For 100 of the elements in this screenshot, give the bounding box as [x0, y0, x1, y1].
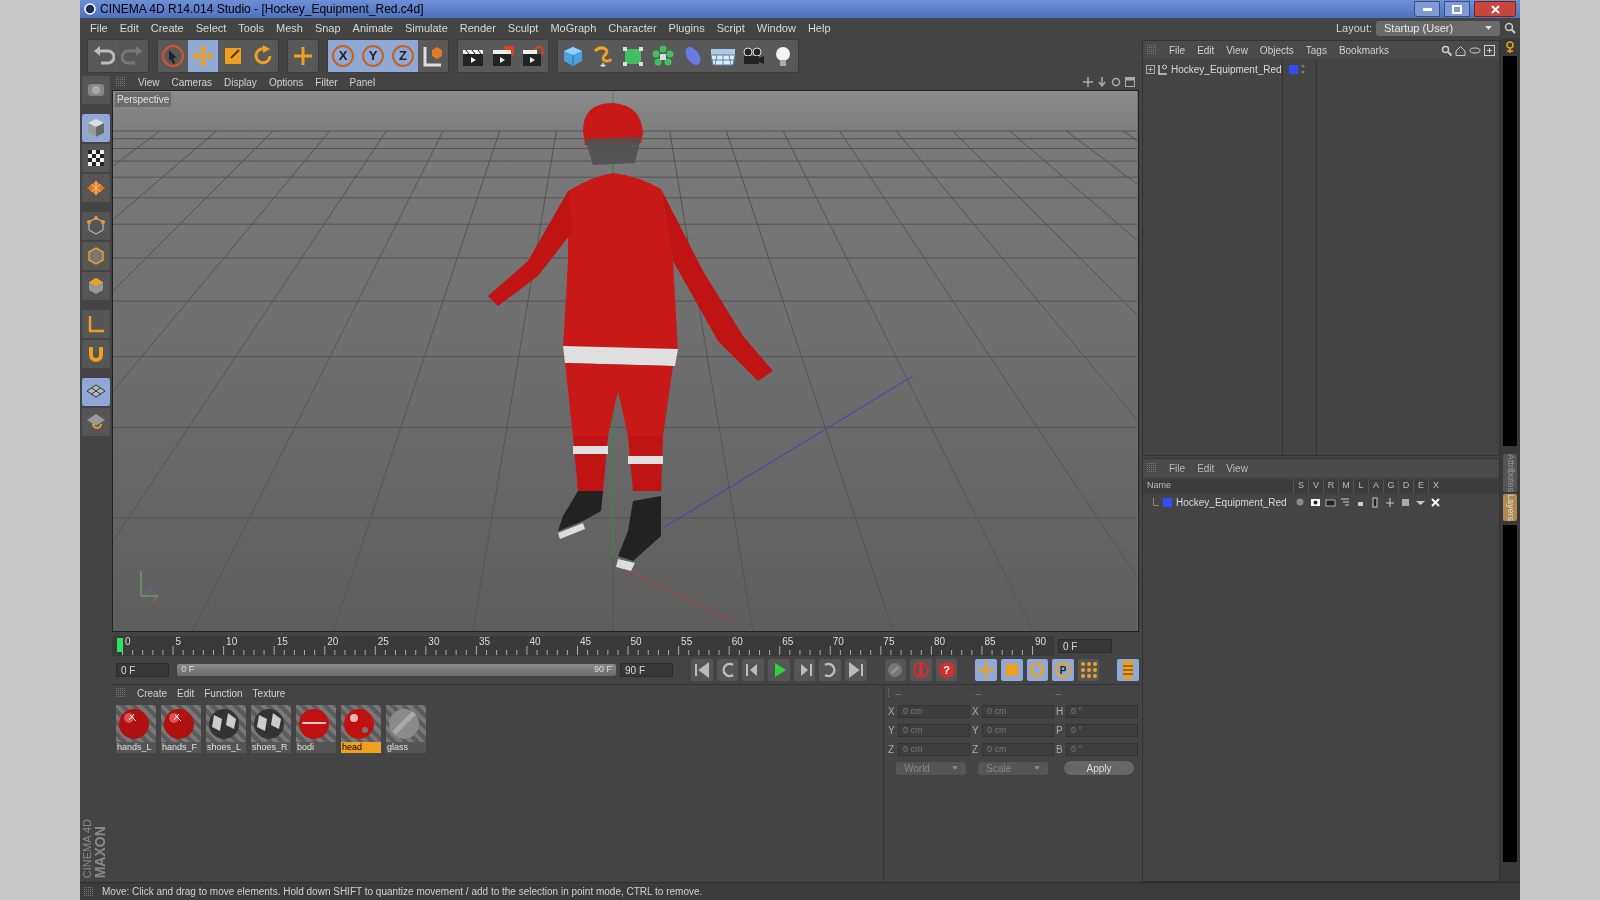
- expand-icon[interactable]: [1146, 64, 1155, 74]
- object-name[interactable]: Hockey_Equipment_Red: [1171, 61, 1282, 77]
- search-icon[interactable]: [1441, 44, 1452, 56]
- menu-item[interactable]: Character: [602, 19, 663, 37]
- menu-item[interactable]: Cameras: [165, 74, 219, 90]
- menu-item[interactable]: Create: [144, 19, 190, 37]
- tick-label: 70: [832, 637, 844, 647]
- layer-color-swatch[interactable]: [1163, 497, 1172, 507]
- menu-item[interactable]: Tags: [1299, 42, 1333, 58]
- menu-item[interactable]: Help: [801, 19, 837, 37]
- solo-dot-icon[interactable]: [1295, 496, 1306, 508]
- playback-button[interactable]: [1026, 659, 1049, 681]
- material-swatch[interactable]: shoes_L: [206, 705, 246, 753]
- menu-item[interactable]: View: [132, 74, 166, 90]
- grip-icon: [1147, 463, 1157, 473]
- menu-item[interactable]: Sculpt: [501, 19, 545, 37]
- expression-icon[interactable]: [1430, 496, 1441, 508]
- menu-item[interactable]: Mesh: [270, 19, 309, 37]
- playback-button[interactable]: [691, 659, 713, 681]
- hierarchy-icon[interactable]: [1340, 496, 1351, 508]
- playback-button[interactable]: [716, 659, 739, 681]
- frame-range-slider[interactable]: 0 F 90 F: [177, 664, 617, 676]
- playback-button[interactable]: P: [1052, 659, 1074, 681]
- visibility-dots-icon[interactable]: [1301, 64, 1305, 74]
- brand-logo: MAXON: [93, 824, 107, 878]
- material-swatch[interactable]: hands_L: [116, 705, 156, 753]
- window-icon[interactable]: [1125, 77, 1135, 87]
- current-frame-field[interactable]: 0 F: [1058, 639, 1112, 653]
- playback-button[interactable]: [742, 659, 765, 681]
- timeline-ruler[interactable]: 0 5 10 15 20 25 30 35 40 45 50 55 60 65 70 75 80 85 90: [112, 636, 1054, 656]
- playback-button[interactable]: [1000, 659, 1023, 681]
- material-swatch[interactable]: hands_F: [161, 705, 201, 753]
- rotate-view-icon[interactable]: [1111, 77, 1121, 87]
- menu-item[interactable]: MoGraph: [544, 19, 603, 37]
- new-window-icon[interactable]: [1484, 44, 1495, 56]
- close-button[interactable]: [1474, 1, 1516, 17]
- menu-item[interactable]: View: [1220, 460, 1254, 476]
- menu-item[interactable]: Tools: [232, 19, 270, 37]
- menu-item[interactable]: View: [1220, 42, 1254, 58]
- tool-button[interactable]: [82, 144, 110, 172]
- camera-icon: [741, 45, 765, 67]
- menu-item[interactable]: Create: [132, 685, 172, 701]
- menu-item[interactable]: Filter: [309, 74, 344, 90]
- playback-button[interactable]: ?: [935, 659, 958, 681]
- playback-button[interactable]: [1077, 659, 1100, 681]
- menu-item[interactable]: File: [84, 19, 114, 37]
- playback-button[interactable]: [768, 659, 790, 681]
- home-icon[interactable]: [1455, 44, 1466, 56]
- minimize-button[interactable]: [1414, 1, 1440, 17]
- axis-cross-icon[interactable]: [1385, 496, 1396, 508]
- maximize-button[interactable]: [1444, 1, 1470, 17]
- menu-item[interactable]: Edit: [1191, 460, 1221, 476]
- playback-button[interactable]: [845, 659, 867, 681]
- menu-item[interactable]: Window: [750, 19, 802, 37]
- menu-item[interactable]: Select: [189, 19, 233, 37]
- menu-item[interactable]: Texture: [247, 685, 291, 701]
- menu-item[interactable]: File: [1163, 460, 1192, 476]
- menu-item[interactable]: Render: [453, 19, 502, 37]
- menu-item[interactable]: Edit: [1191, 42, 1221, 58]
- menu-item[interactable]: Script: [710, 19, 751, 37]
- toolbar-button[interactable]: Z: [388, 40, 418, 72]
- menu-item[interactable]: Bookmarks: [1332, 42, 1395, 58]
- toolbar-button[interactable]: [458, 40, 488, 72]
- 3d-viewport[interactable]: Perspective: [112, 90, 1139, 632]
- material-swatch[interactable]: glass: [386, 705, 426, 753]
- material-swatch[interactable]: shoes_R: [251, 705, 291, 753]
- arrow-down-icon[interactable]: [1097, 77, 1107, 87]
- menu-item[interactable]: Edit: [113, 19, 145, 37]
- toolbar-button[interactable]: X: [328, 40, 358, 72]
- toolbar-button[interactable]: [518, 40, 548, 72]
- menu-item[interactable]: Simulate: [398, 19, 454, 37]
- end-frame-field[interactable]: 90 F: [620, 663, 674, 677]
- playhead-marker[interactable]: [117, 638, 123, 652]
- start-frame-field[interactable]: 0 F: [116, 663, 170, 677]
- menu-item[interactable]: Display: [218, 74, 263, 90]
- layer-name[interactable]: Hockey_Equipment_Red: [1176, 494, 1287, 510]
- layer-color-swatch[interactable]: [1289, 64, 1298, 74]
- layout-dropdown[interactable]: Startup (User): [1376, 20, 1500, 36]
- eye-icon[interactable]: [1310, 496, 1321, 508]
- menu-item[interactable]: Edit: [172, 685, 200, 701]
- apply-button[interactable]: Apply: [1064, 761, 1134, 775]
- menu-item[interactable]: Panel: [343, 74, 382, 90]
- menu-item[interactable]: Animate: [346, 19, 399, 37]
- column-header: E: [1413, 479, 1428, 493]
- playback-button[interactable]: [819, 659, 842, 681]
- playback-button[interactable]: [884, 659, 907, 681]
- toolbar-button[interactable]: [768, 40, 798, 72]
- menu-item[interactable]: Options: [262, 74, 310, 90]
- move-view-icon[interactable]: [1083, 77, 1093, 87]
- material-swatch[interactable]: head: [341, 705, 381, 753]
- playback-button[interactable]: [793, 659, 816, 681]
- menu-item[interactable]: Plugins: [662, 19, 711, 37]
- menu-item[interactable]: Objects: [1253, 42, 1300, 58]
- menu-item[interactable]: Function: [199, 685, 248, 701]
- search-icon[interactable]: [1504, 22, 1516, 34]
- menu-item[interactable]: File: [1163, 42, 1192, 58]
- material-swatch[interactable]: bodi: [296, 705, 336, 753]
- toolbar-button[interactable]: Y: [358, 40, 388, 72]
- attributes-icon[interactable]: [1503, 40, 1517, 54]
- menu-item[interactable]: Snap: [308, 19, 347, 37]
